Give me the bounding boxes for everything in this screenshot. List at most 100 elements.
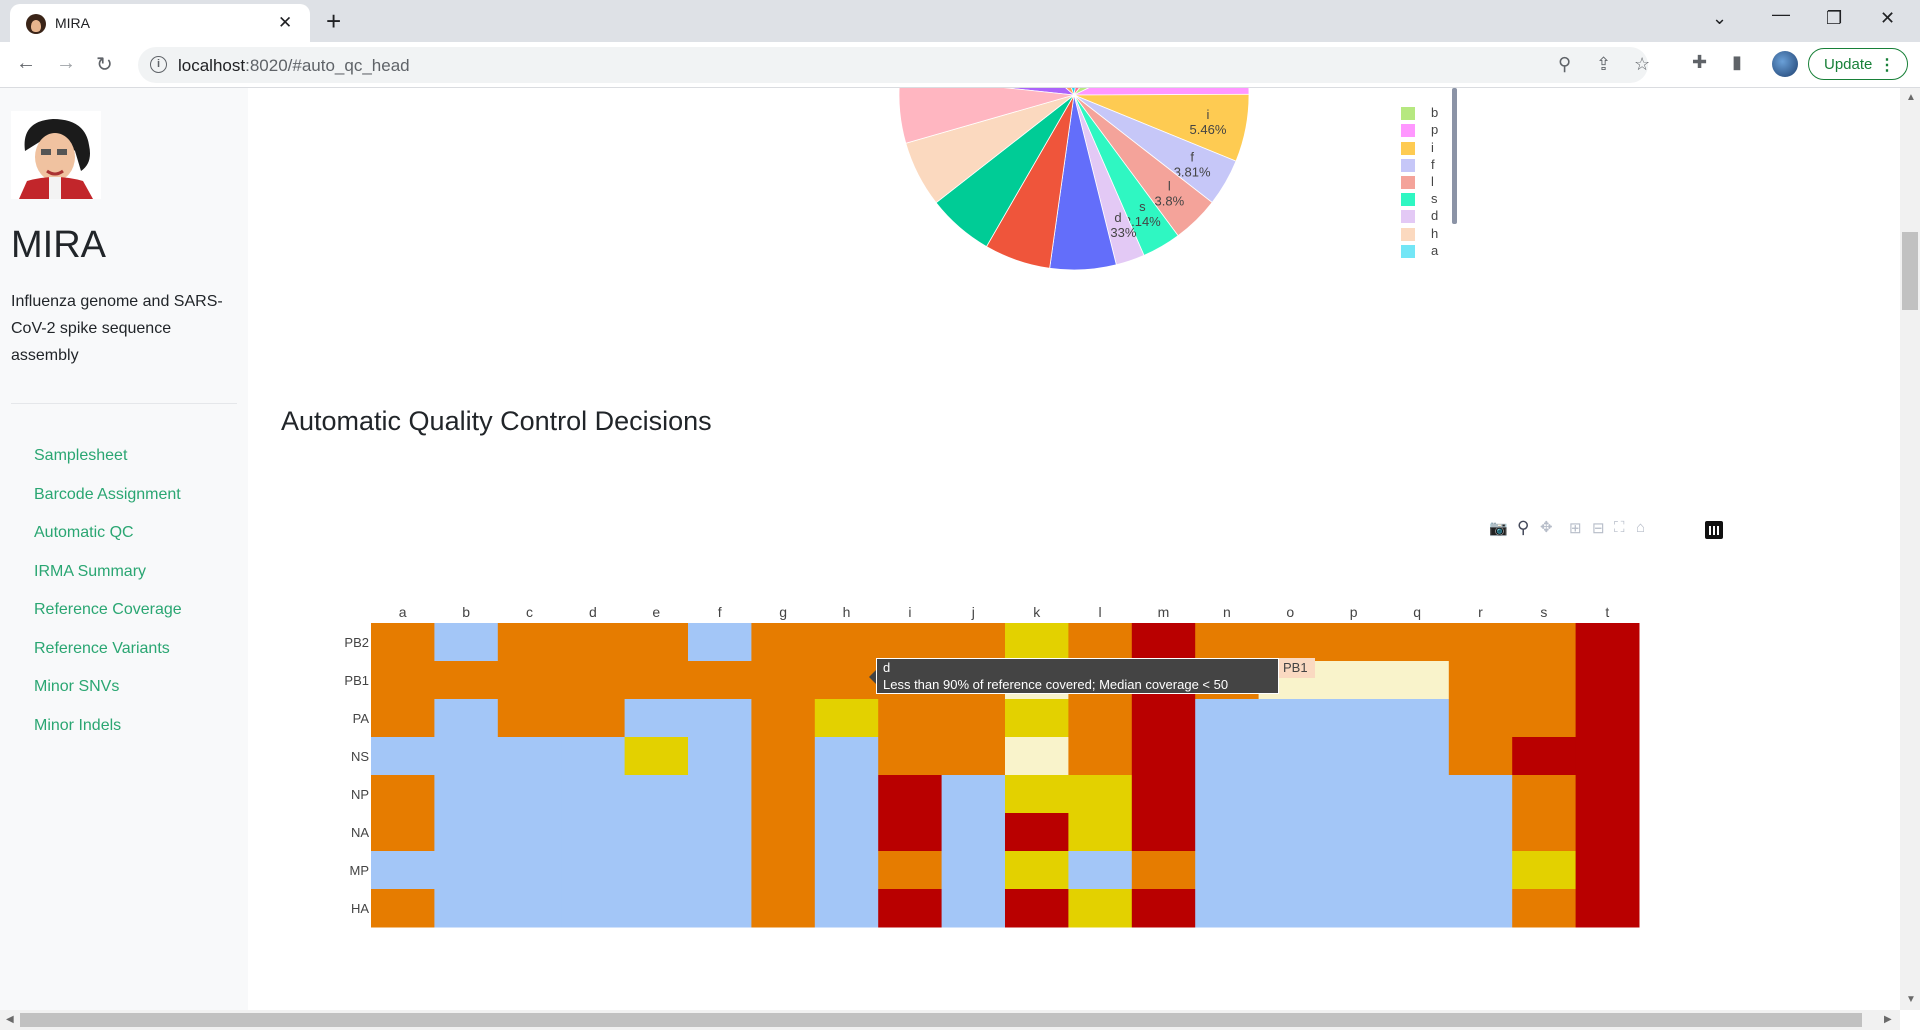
browser-tab[interactable]: MIRA ✕: [10, 4, 310, 42]
heatmap-cell[interactable]: [1575, 737, 1640, 776]
nav-link-reference-variants[interactable]: Reference Variants: [34, 640, 182, 679]
restore-window-button[interactable]: ❐: [1826, 8, 1842, 29]
heatmap-cell[interactable]: [814, 737, 879, 776]
site-info-icon[interactable]: i: [150, 56, 167, 73]
heatmap-cell[interactable]: [814, 889, 879, 928]
heatmap-cell[interactable]: [941, 775, 1006, 814]
page-vertical-scrollbar[interactable]: [1900, 88, 1920, 1010]
heatmap-cell[interactable]: [878, 699, 943, 738]
url-text[interactable]: localhost:8020/#auto_qc_head: [178, 56, 410, 76]
heatmap-cell[interactable]: [1195, 737, 1260, 776]
heatmap-cell[interactable]: [941, 737, 1006, 776]
heatmap-cell[interactable]: [941, 813, 1006, 852]
heatmap-cell[interactable]: [371, 813, 435, 852]
heatmap-cell[interactable]: [814, 623, 879, 662]
nav-link-reference-coverage[interactable]: Reference Coverage: [34, 601, 182, 640]
heatmap-cell[interactable]: [1131, 775, 1196, 814]
heatmap-cell[interactable]: [497, 699, 562, 738]
heatmap-cell[interactable]: [624, 699, 689, 738]
heatmap-cell[interactable]: [1385, 851, 1450, 890]
heatmap-cell[interactable]: [1005, 813, 1069, 852]
heatmap-cell[interactable]: [434, 661, 499, 700]
heatmap-cell[interactable]: [751, 623, 816, 662]
heatmap-cell[interactable]: [941, 889, 1006, 928]
qc-heatmap[interactable]: PB2 PB1 PA NS NP NA MP HA a b c d e f g h i j k l m n o p q r s t: [248, 88, 1900, 1010]
heatmap-cell[interactable]: [497, 737, 562, 776]
heatmap-cell[interactable]: [561, 661, 626, 700]
heatmap-cell[interactable]: [1258, 889, 1323, 928]
heatmap-cell[interactable]: [434, 851, 499, 890]
heatmap-cell[interactable]: [371, 775, 435, 814]
heatmap-cell[interactable]: [1385, 775, 1450, 814]
new-tab-button[interactable]: +: [326, 6, 341, 37]
heatmap-cell[interactable]: [497, 813, 562, 852]
heatmap-cell[interactable]: [751, 813, 816, 852]
heatmap-cell[interactable]: [751, 775, 816, 814]
heatmap-cell[interactable]: [1131, 737, 1196, 776]
profile-avatar[interactable]: [1772, 51, 1798, 77]
heatmap-cell[interactable]: [1512, 661, 1577, 700]
heatmap-cell[interactable]: [561, 813, 626, 852]
scroll-left-arrow-icon[interactable]: ◀: [6, 1014, 14, 1025]
heatmap-cell[interactable]: [1068, 813, 1133, 852]
heatmap-cell[interactable]: [1512, 813, 1577, 852]
heatmap-cell[interactable]: [1575, 623, 1640, 662]
heatmap-cell[interactable]: [497, 851, 562, 890]
heatmap-cell[interactable]: [1005, 699, 1069, 738]
update-button[interactable]: Update ⋮: [1808, 48, 1908, 80]
heatmap-cell[interactable]: [371, 699, 435, 738]
heatmap-cell[interactable]: [878, 737, 943, 776]
heatmap-cell[interactable]: [1448, 623, 1513, 662]
heatmap-cell[interactable]: [561, 699, 626, 738]
heatmap-cell[interactable]: [1385, 889, 1450, 928]
heatmap-cell[interactable]: [751, 699, 816, 738]
heatmap-cell[interactable]: [624, 661, 689, 700]
heatmap-cell[interactable]: [1512, 851, 1577, 890]
page-vertical-scroll-thumb[interactable]: [1902, 232, 1918, 310]
heatmap-cell[interactable]: [1068, 889, 1133, 928]
heatmap-cell[interactable]: [941, 699, 1006, 738]
nav-link-irma-summary[interactable]: IRMA Summary: [34, 563, 182, 602]
heatmap-cell[interactable]: [814, 813, 879, 852]
scroll-down-arrow-icon[interactable]: ▼: [1906, 994, 1916, 1005]
page-horizontal-scroll-thumb[interactable]: [20, 1013, 1862, 1027]
heatmap-cell[interactable]: [1448, 851, 1513, 890]
heatmap-cell[interactable]: [941, 851, 1006, 890]
heatmap-cell[interactable]: [1448, 699, 1513, 738]
heatmap-cell[interactable]: [561, 889, 626, 928]
tab-search-chevron-icon[interactable]: ⌄: [1712, 8, 1727, 29]
heatmap-cell[interactable]: [1448, 775, 1513, 814]
heatmap-cell[interactable]: [688, 699, 752, 738]
heatmap-cell[interactable]: [624, 889, 689, 928]
heatmap-cell[interactable]: [1131, 851, 1196, 890]
zoom-icon[interactable]: ⚲: [1558, 54, 1571, 75]
heatmap-cell[interactable]: [371, 623, 435, 662]
heatmap-cell[interactable]: [1322, 737, 1386, 776]
heatmap-cell[interactable]: [1068, 851, 1133, 890]
heatmap-cell[interactable]: [878, 623, 943, 662]
heatmap-cell[interactable]: [688, 661, 752, 700]
heatmap-cell[interactable]: [497, 661, 562, 700]
heatmap-cell[interactable]: [371, 889, 435, 928]
heatmap-cell[interactable]: [1195, 775, 1260, 814]
reload-icon[interactable]: ↻: [96, 52, 113, 77]
minimize-window-button[interactable]: —: [1772, 4, 1790, 25]
heatmap-cell[interactable]: [1385, 623, 1450, 662]
heatmap-cell[interactable]: [434, 889, 499, 928]
nav-link-samplesheet[interactable]: Samplesheet: [34, 447, 182, 486]
heatmap-cell[interactable]: [878, 851, 943, 890]
heatmap-cell[interactable]: [878, 775, 943, 814]
heatmap-cell[interactable]: [434, 813, 499, 852]
share-icon[interactable]: ⇪: [1596, 54, 1611, 75]
back-arrow-icon[interactable]: ←: [16, 52, 36, 75]
heatmap-cell[interactable]: [1512, 699, 1577, 738]
heatmap-cell[interactable]: [371, 851, 435, 890]
heatmap-cell[interactable]: [1575, 889, 1640, 928]
heatmap-cell[interactable]: [688, 889, 752, 928]
heatmap-cell[interactable]: [561, 737, 626, 776]
heatmap-cell[interactable]: [497, 775, 562, 814]
heatmap-cell[interactable]: [371, 661, 435, 700]
scroll-right-arrow-icon[interactable]: ▶: [1884, 1014, 1892, 1025]
heatmap-cell[interactable]: [1068, 623, 1133, 662]
side-panel-icon[interactable]: ▮: [1732, 52, 1742, 73]
